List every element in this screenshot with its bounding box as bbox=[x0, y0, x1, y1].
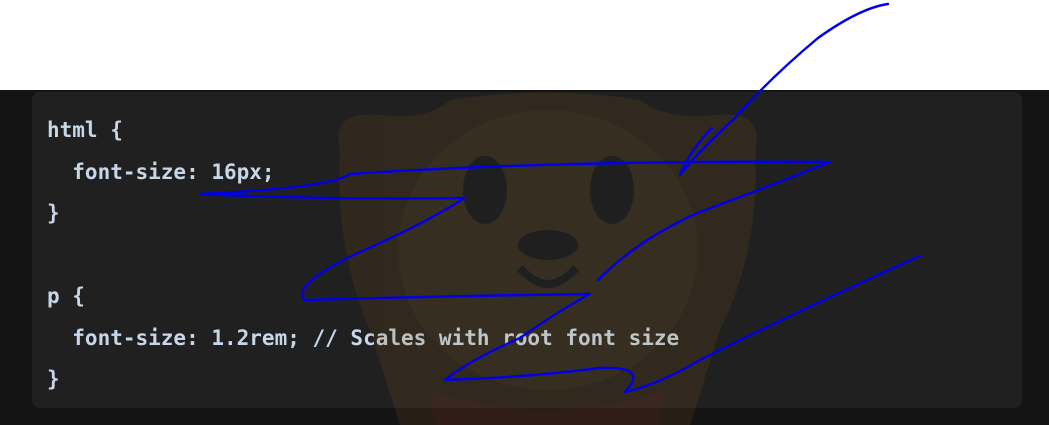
code-line-1: html { bbox=[47, 118, 123, 142]
code-block: html { font-size: 16px;} p { font-size: 1… bbox=[32, 92, 1022, 408]
screenshot-page: html { font-size: 16px;} p { font-size: 1… bbox=[0, 0, 1049, 425]
code-line-2: font-size: 16px; bbox=[47, 159, 275, 184]
code-line-3: } bbox=[47, 201, 60, 225]
code-line-5: p { bbox=[47, 284, 85, 308]
code-text: html { font-size: 16px;} p { font-size: 1… bbox=[47, 110, 679, 401]
code-line-6: font-size: 1.2rem; // Scales with root f… bbox=[47, 325, 680, 350]
code-line-7: } bbox=[47, 367, 60, 391]
